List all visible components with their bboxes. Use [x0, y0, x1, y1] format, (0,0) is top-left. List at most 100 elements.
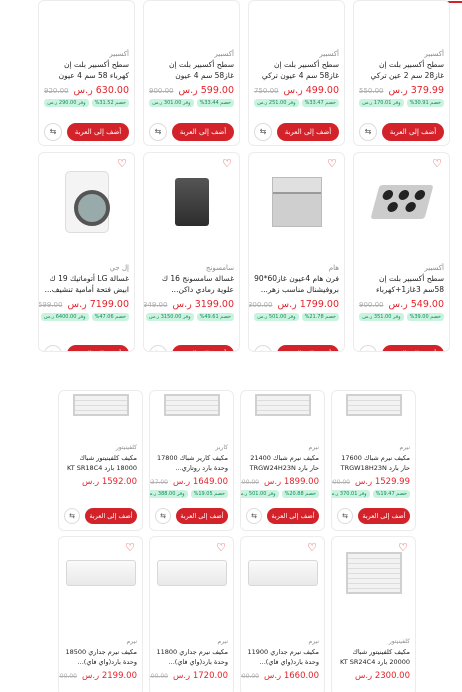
product-title[interactable]: مكيف نيرم جداري 18500 وحدة بارد(واي فاي)… [64, 647, 138, 667]
product-image-ac-win [345, 552, 402, 594]
compare-arrows-icon[interactable]: ⇆ [64, 508, 80, 524]
product-card[interactable]: أكسبير سطح أكسبير بلت إن غاز28 سم 2 عين ت… [353, 0, 450, 146]
price-row: 1649.00 ر.س 2037.00 [150, 477, 228, 487]
product-image[interactable] [245, 543, 320, 603]
card-actions: أضف إلى العربة ⇆ [254, 345, 339, 351]
product-image[interactable] [43, 161, 130, 243]
product-image[interactable] [336, 391, 411, 419]
product-title[interactable]: غسالة سامسونج 16 ك علوية رمادي داكن... [149, 273, 234, 295]
product-card[interactable]: نيرم مكيف نيرم شباك 17600 حار بارد TRGW18… [331, 390, 416, 531]
product-image-ac [247, 560, 318, 586]
product-title[interactable]: مكيف نيرم جداري 11900 وحدة بارد(واي فاي)… [246, 647, 320, 667]
compare-arrows-icon[interactable]: ⇆ [254, 123, 272, 141]
product-card[interactable]: ♡ هام فرن هام 4عيون غاز60*90 بروفيشنال منا… [248, 152, 345, 352]
product-image[interactable] [154, 543, 229, 603]
product-brand: نيرم [217, 638, 228, 645]
product-card[interactable]: أكسبير سطح أكسبير بلت إن كهرباء 58 سم 4 ع… [38, 0, 135, 146]
compare-arrows-icon[interactable]: ⇆ [155, 508, 171, 524]
product-title[interactable]: غسالة LG أتوماتيك 19 ك ابيض فتحة أمامية … [44, 273, 129, 295]
price-row: 1899.00 ر.س 2400.00 [241, 477, 319, 487]
savings-badge: وفر 170.01 ر.س [359, 99, 404, 107]
product-image[interactable] [63, 543, 138, 603]
add-to-cart-button[interactable]: أضف إلى العربة [382, 123, 444, 141]
price-row: 630.00 ر.س 920.00 [44, 85, 129, 96]
compare-arrows-icon[interactable]: ⇆ [359, 123, 377, 141]
product-image[interactable] [245, 391, 320, 419]
add-to-cart-button[interactable]: أضف إلى العربة [67, 345, 129, 351]
add-to-cart-button[interactable]: أضف إلى العربة [267, 508, 319, 524]
compare-arrows-icon[interactable]: ⇆ [149, 123, 167, 141]
add-to-cart-button[interactable]: أضف إلى العربة [277, 345, 339, 351]
compare-arrows-icon[interactable]: ⇆ [44, 345, 62, 351]
product-title[interactable]: سطح أكسبير بلت إن 58سم 3غاز1+كهرباء تركي… [359, 273, 444, 295]
product-title[interactable]: مكيف كلفينيتور شباك 18000 بارد KT SR18C4 [64, 453, 137, 473]
product-info: هام فرن هام 4عيون غاز60*90 بروفيشنال مناس… [249, 263, 339, 321]
product-title[interactable]: مكيف كلفينيتور شباك 20000 بارد KT SR24C4 [337, 647, 410, 667]
product-card[interactable]: ♡ نيرم مكيف نيرم جداري 18500 وحدة بارد(واي… [58, 536, 143, 692]
product-brand: كلفينيتور [388, 638, 410, 645]
add-to-cart-button[interactable]: أضف إلى العربة [85, 508, 137, 524]
card-actions: أضف إلى العربة ⇆ [149, 123, 234, 141]
product-card[interactable]: ♡ كلفينيتور مكيف كلفينيتور شباك 20000 بارد… [331, 536, 416, 692]
product-image[interactable] [63, 391, 138, 419]
discount-badge: خصم 47.06% [91, 313, 129, 321]
product-title[interactable]: سطح أكسبير بلت إن كهرباء 58 سم 4 عيون حج… [44, 59, 129, 81]
product-title[interactable]: سطح أكسبير بلت إن غاز58 سم 4 عيون تركي ا… [254, 59, 339, 81]
card-actions: أضف إلى العربة ⇆ [149, 345, 234, 351]
price-row: 599.00 ر.س 900.00 [149, 85, 234, 96]
product-image[interactable] [154, 391, 229, 419]
product-card[interactable]: كلفينيتور مكيف كلفينيتور شباك 18000 بارد … [58, 390, 143, 531]
discount-badge: خصم 19.47% [372, 490, 410, 498]
add-to-cart-button[interactable]: أضف إلى العربة [382, 345, 444, 351]
old-price: 550.00 [359, 87, 384, 95]
compare-arrows-icon[interactable]: ⇆ [149, 345, 167, 351]
savings-badge: وفر 388.00 ر.س [150, 490, 188, 498]
product-image[interactable] [253, 161, 340, 243]
product-card[interactable]: ♡ سامسونج غسالة سامسونج 16 ك علوية رمادي د… [143, 152, 240, 352]
product-card[interactable]: ♡ إل جي غسالة LG أتوماتيك 19 ك ابيض فتحة أ… [38, 152, 135, 352]
product-card[interactable]: أكسبير سطح أكسبير بلت إن غاز58 سم 4 عيون … [248, 0, 345, 146]
compare-arrows-icon[interactable]: ⇆ [246, 508, 262, 524]
product-title[interactable]: مكيف نيرم شباك 21400 حار بارد TRGW24H23N [246, 453, 319, 473]
discount-badge: خصم 33.44% [196, 99, 234, 107]
product-brand: كارير [215, 444, 228, 451]
compare-arrows-icon[interactable]: ⇆ [254, 345, 272, 351]
add-to-cart-button[interactable]: أضف إلى العربة [67, 123, 129, 141]
product-card[interactable]: كارير مكيف كارير شباك 17800 وحدة بارد روت… [149, 390, 234, 531]
add-to-cart-button[interactable]: أضف إلى العربة [176, 508, 228, 524]
product-info: نيرم مكيف نيرم جداري 18500 وحدة بارد(واي … [59, 637, 138, 681]
add-to-cart-button[interactable]: أضف إلى العربة [172, 345, 234, 351]
product-image-ac-win [72, 394, 129, 416]
old-price: 6349.00 [143, 301, 168, 309]
card-actions: أضف إلى العربة ⇆ [155, 508, 228, 524]
product-card[interactable]: ♡ أكسبير سطح أكسبير بلت إن 58سم 3غاز1+كهرب… [353, 152, 450, 352]
product-price: 1799.00 ر.س [277, 299, 339, 310]
product-title[interactable]: فرن هام 4عيون غاز60*90 بروفيشنال مناسب ز… [254, 273, 339, 295]
add-to-cart-button[interactable]: أضف إلى العربة [358, 508, 410, 524]
product-price: 499.00 ر.س [283, 85, 339, 96]
product-card[interactable]: ♡ نيرم مكيف نيرم جداري 11900 وحدة بارد(واي… [240, 536, 325, 692]
product-info: نيرم مكيف نيرم جداري 11800 وحدة بارد(واي … [150, 637, 229, 681]
card-actions: أضف إلى العربة ⇆ [359, 123, 444, 141]
product-image[interactable] [148, 161, 235, 243]
product-image-ac [156, 560, 227, 586]
compare-arrows-icon[interactable]: ⇆ [337, 508, 353, 524]
discount-badge: خصم 31.52% [91, 99, 129, 107]
product-brand: أكسبير [424, 50, 444, 58]
product-card[interactable]: نيرم مكيف نيرم شباك 21400 حار بارد TRGW24… [240, 390, 325, 531]
product-title[interactable]: مكيف نيرم جداري 11800 وحدة بارد(واي فاي)… [155, 647, 229, 667]
product-title[interactable]: مكيف نيرم شباك 17600 حار بارد TRGW18H23N [337, 453, 410, 473]
add-to-cart-button[interactable]: أضف إلى العربة [172, 123, 234, 141]
product-card[interactable]: ♡ نيرم مكيف نيرم جداري 11800 وحدة بارد(واي… [149, 536, 234, 692]
product-title[interactable]: سطح أكسبير بلت إن غاز28 سم 2 عين تركي اس… [359, 59, 444, 81]
product-title[interactable]: مكيف كارير شباك 17800 وحدة بارد روتاري..… [155, 453, 228, 473]
product-image[interactable] [358, 161, 445, 243]
product-title[interactable]: سطح أكسبير بلت إن غاز58 سم 4 عيون زهرترك… [149, 59, 234, 81]
compare-arrows-icon[interactable]: ⇆ [359, 345, 377, 351]
compare-arrows-icon[interactable]: ⇆ [44, 123, 62, 141]
card-actions: أضف إلى العربة ⇆ [246, 508, 319, 524]
product-image[interactable] [336, 543, 411, 603]
product-card[interactable]: أكسبير سطح أكسبير بلت إن غاز58 سم 4 عيون … [143, 0, 240, 146]
product-info: أكسبير سطح أكسبير بلت إن غاز58 سم 4 عيون … [149, 49, 234, 107]
add-to-cart-button[interactable]: أضف إلى العربة [277, 123, 339, 141]
